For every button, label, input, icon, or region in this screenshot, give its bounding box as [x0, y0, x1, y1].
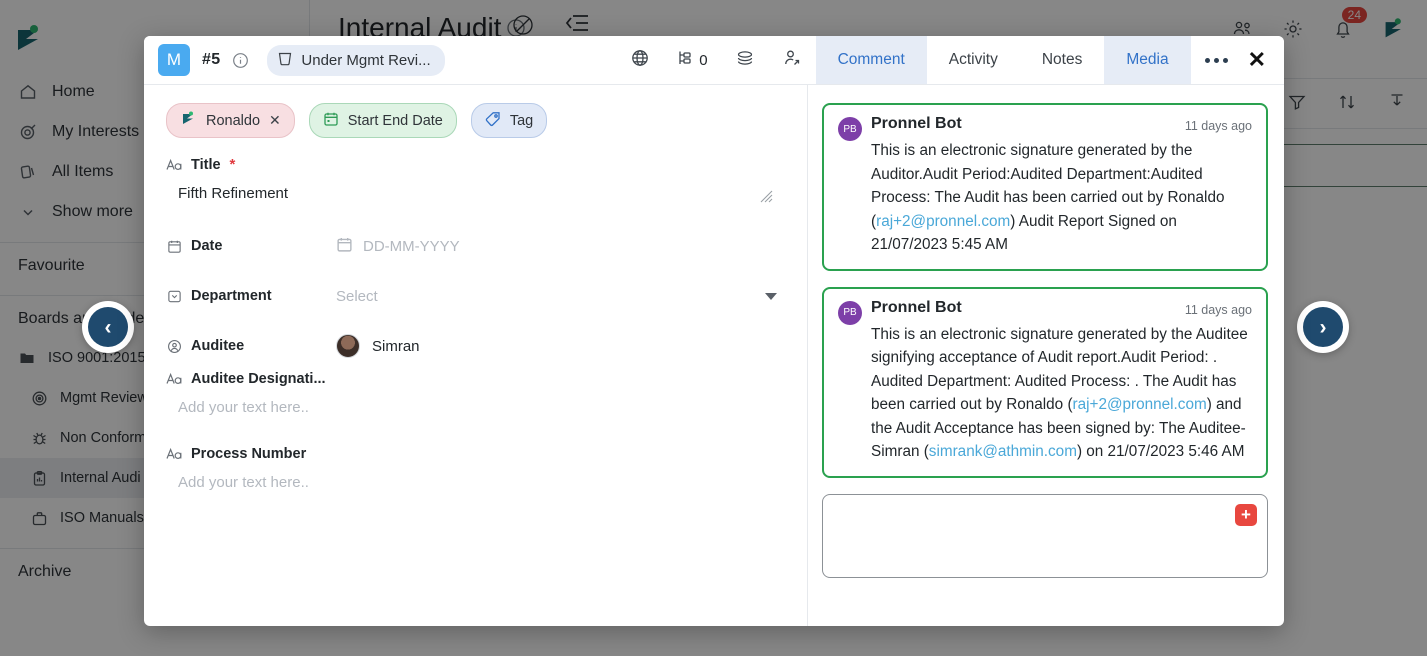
comment-input[interactable]: + [822, 493, 1268, 578]
calendar-input-icon [336, 236, 353, 257]
comment-header: PB Pronnel Bot 11 days ago [838, 115, 1252, 141]
field-process-number-input[interactable]: Add your text here.. [166, 462, 787, 491]
email-link[interactable]: raj+2@pronnel.com [876, 213, 1010, 230]
tab-notes[interactable]: Notes [1019, 36, 1105, 84]
field-department-placeholder: Select [336, 287, 378, 305]
field-date-label: Date [166, 238, 336, 254]
comment-author: Pronnel Bot [871, 298, 962, 316]
calendar-icon [323, 111, 339, 131]
chip-row: Ronaldo ✕ Start End Date Tag [166, 103, 787, 138]
field-process-number: Process Number Add your text here.. [166, 446, 787, 491]
comment-body: This is an electronic signature generate… [871, 142, 1225, 253]
field-department-text: Department [191, 288, 272, 304]
chevron-down-icon [765, 292, 777, 300]
tab-comment[interactable]: Comment [815, 36, 927, 84]
field-process-number-label: Process Number [166, 446, 787, 462]
status-badge[interactable]: Under Mgmt Revi... [267, 44, 445, 76]
layers-icon[interactable] [734, 48, 756, 73]
subitem-count-group[interactable]: 0 [676, 48, 708, 73]
field-auditee: Auditee Simran [166, 321, 787, 371]
date-chip[interactable]: Start End Date [308, 103, 457, 138]
field-date: Date DD-MM-YYYY [166, 221, 787, 271]
item-avatar[interactable]: M [158, 44, 190, 76]
tab-media[interactable]: Media [1104, 36, 1191, 84]
tag-chip-label: Tag [509, 112, 534, 129]
avatar [336, 334, 360, 358]
subitem-count: 0 [699, 51, 708, 69]
previous-item-button[interactable]: ‹ [82, 301, 134, 353]
field-auditee-name: Simran [372, 337, 420, 355]
more-options-button[interactable] [1204, 57, 1228, 63]
add-attachment-icon[interactable]: + [1235, 503, 1257, 526]
dropdown-box-icon [166, 289, 182, 304]
field-auditee-designation-text: Auditee Designati... [191, 371, 326, 387]
field-auditee-value[interactable]: Simran [336, 334, 420, 358]
user-circle-icon [166, 339, 182, 354]
comment-timestamp: 11 days ago [1184, 302, 1252, 317]
email-link[interactable]: simrank@athmin.com [929, 443, 1077, 460]
share-user-icon[interactable] [782, 48, 802, 73]
assignee-chip-label: Ronaldo [206, 112, 261, 129]
chevron-left-icon: ‹ [88, 307, 128, 347]
field-title-label: Title * [166, 156, 787, 173]
chevron-right-icon: › [1303, 307, 1343, 347]
text-format-icon [166, 158, 182, 172]
avatar: PB [838, 117, 862, 141]
user-avatar-icon [180, 110, 197, 131]
required-marker: * [229, 156, 236, 173]
text-format-icon [166, 372, 182, 386]
comment-pane: PB Pronnel Bot 11 days ago This is an el… [808, 85, 1284, 626]
bucket-icon [277, 50, 293, 71]
avatar: PB [838, 300, 862, 325]
item-number: #5 [202, 51, 221, 68]
hierarchy-icon [676, 48, 696, 73]
modal-tabs: Comment Activity Notes Media [815, 36, 1191, 84]
item-detail-modal: M #5 Under Mgmt Revi... 0 Comment Activi… [144, 36, 1284, 626]
comment-body: This is an electronic signature generate… [871, 325, 1248, 461]
next-item-button[interactable]: › [1297, 301, 1349, 353]
field-title-value[interactable]: Fifth Refinement [166, 173, 787, 202]
tag-chip[interactable]: Tag [470, 103, 548, 138]
close-icon[interactable]: ✕ [1248, 49, 1266, 71]
field-title-text: Title [191, 156, 221, 173]
field-department-select[interactable]: Select [336, 288, 787, 305]
text-format-icon [166, 447, 182, 461]
field-auditee-designation: Auditee Designati... Add your text here.… [166, 371, 787, 416]
modal-header-right: ✕ [1191, 36, 1284, 84]
tab-activity[interactable]: Activity [926, 36, 1020, 84]
field-process-number-text: Process Number [191, 446, 307, 462]
assignee-chip[interactable]: Ronaldo ✕ [166, 103, 295, 138]
globe-icon[interactable] [630, 48, 650, 73]
resize-handle-icon[interactable] [757, 187, 773, 208]
modal-header-icons: 0 [630, 36, 815, 84]
field-title: Title * Fifth Refinement [166, 156, 787, 214]
status-badge-label: Under Mgmt Revi... [301, 51, 431, 69]
comment-item: PB Pronnel Bot 11 days ago This is an el… [822, 103, 1268, 271]
field-auditee-designation-label: Auditee Designati... [166, 371, 787, 387]
field-date-input[interactable]: DD-MM-YYYY [336, 236, 460, 257]
field-auditee-designation-input[interactable]: Add your text here.. [166, 387, 787, 416]
calendar-small-icon [166, 239, 182, 254]
comment-author: Pronnel Bot [871, 115, 962, 132]
date-chip-label: Start End Date [347, 112, 443, 129]
field-auditee-text: Auditee [191, 338, 245, 354]
field-department: Department Select [166, 271, 787, 321]
field-date-placeholder: DD-MM-YYYY [363, 237, 460, 255]
field-department-label: Department [166, 288, 336, 304]
info-icon[interactable] [232, 52, 249, 69]
form-pane: Ronaldo ✕ Start End Date Tag Title * Fif… [144, 85, 808, 626]
comment-item: PB Pronnel Bot 11 days ago This is an el… [822, 286, 1268, 478]
comment-timestamp: 11 days ago [1184, 119, 1252, 133]
tag-icon [485, 111, 501, 131]
modal-header: M #5 Under Mgmt Revi... 0 Comment Activi… [144, 36, 1284, 85]
modal-header-left: M #5 Under Mgmt Revi... [144, 36, 630, 84]
remove-assignee-icon[interactable]: ✕ [269, 112, 281, 129]
field-auditee-label: Auditee [166, 338, 336, 354]
comment-header: PB Pronnel Bot 11 days ago [838, 299, 1252, 325]
email-link[interactable]: raj+2@pronnel.com [1073, 396, 1207, 413]
modal-body: Ronaldo ✕ Start End Date Tag Title * Fif… [144, 85, 1284, 626]
field-date-text: Date [191, 238, 223, 254]
